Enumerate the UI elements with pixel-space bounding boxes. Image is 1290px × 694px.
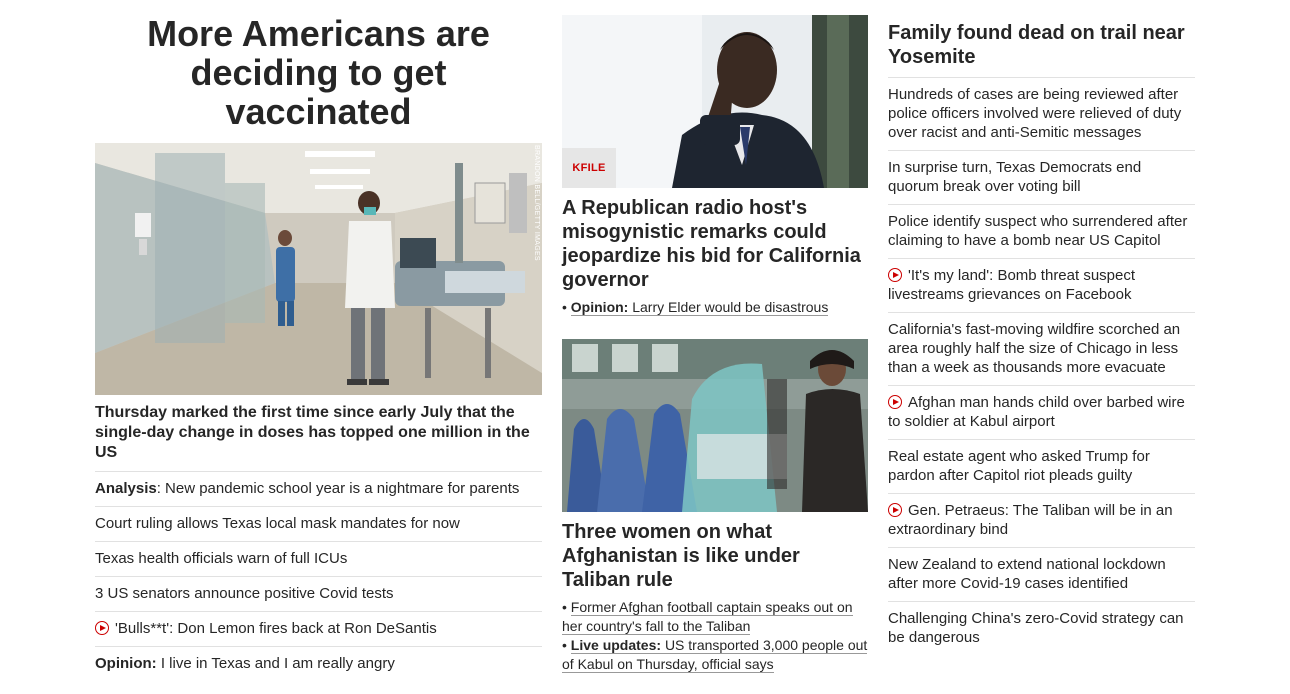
item-text: 'Bulls**t': Don Lemon fires back at Ron … <box>115 620 437 637</box>
radio-host-photo[interactable]: KFILE <box>562 15 868 188</box>
item-text: Afghan man hands child over barbed wire … <box>888 394 1185 430</box>
right-column: Family found dead on trail near Yosemite… <box>888 0 1195 655</box>
list-item[interactable]: California's fast-moving wildfire scorch… <box>888 312 1195 385</box>
middle-column: KFILE A Republican radio host's misogyni… <box>562 0 868 674</box>
list-item[interactable]: Texas health officials warn of full ICUs <box>95 541 542 576</box>
opinion-link[interactable]: Opinion: Larry Elder would be disastrous <box>570 299 829 316</box>
item-text: Gen. Petraeus: The Taliban will be in an… <box>888 502 1173 538</box>
list-item[interactable]: Afghan man hands child over barbed wire … <box>888 385 1195 439</box>
photo-credit: BRANDON BELL/GETTY IMAGES <box>533 145 540 261</box>
afghan-women-headline[interactable]: Three women on what Afghanistan is like … <box>562 520 868 592</box>
item-text: Hundreds of cases are being reviewed aft… <box>888 86 1182 141</box>
opinion-prefix: Opinion: <box>570 299 629 315</box>
kfile-badge[interactable]: KFILE <box>562 148 616 188</box>
hospital-photo[interactable]: BRANDON BELL/GETTY IMAGES <box>95 143 542 395</box>
item-text: 'It's my land': Bomb threat suspect live… <box>888 267 1136 303</box>
lead-headline[interactable]: More Americans are deciding to get vacci… <box>95 14 542 131</box>
radio-host-headline[interactable]: A Republican radio host's misogynistic r… <box>562 196 868 292</box>
list-item[interactable]: Real estate agent who asked Trump for pa… <box>888 439 1195 493</box>
radio-host-subline: • Opinion: Larry Elder would be disastro… <box>562 299 829 316</box>
yosemite-headline[interactable]: Family found dead on trail near Yosemite <box>888 21 1195 69</box>
item-text: In surprise turn, Texas Democrats end qu… <box>888 159 1142 195</box>
item-text: Police identify suspect who surrendered … <box>888 213 1188 249</box>
list-item[interactable]: Hundreds of cases are being reviewed aft… <box>888 77 1195 150</box>
left-headline-list: Analysis: New pandemic school year is a … <box>95 471 542 681</box>
list-item[interactable]: In surprise turn, Texas Democrats end qu… <box>888 150 1195 204</box>
football-captain-link[interactable]: Former Afghan football captain speaks ou… <box>562 599 853 635</box>
item-text: New Zealand to extend national lockdown … <box>888 556 1166 592</box>
item-prefix: Analysis <box>95 480 157 497</box>
afghan-subline-2: • Live updates: US transported 3,000 peo… <box>562 637 868 673</box>
live-updates-link[interactable]: Live updates: US transported 3,000 peopl… <box>562 637 868 673</box>
opinion-text: Larry Elder would be disastrous <box>632 299 829 315</box>
list-item[interactable]: Analysis: New pandemic school year is a … <box>95 471 542 506</box>
item-prefix: Opinion: <box>95 655 157 672</box>
afghan-women-photo[interactable] <box>562 339 868 512</box>
list-item[interactable]: Police identify suspect who surrendered … <box>888 204 1195 258</box>
play-circle-icon <box>888 268 902 282</box>
item-text: : New pandemic school year is a nightmar… <box>156 480 520 497</box>
list-item[interactable]: Opinion: I live in Texas and I am really… <box>95 646 542 681</box>
list-item[interactable]: Court ruling allows Texas local mask man… <box>95 506 542 541</box>
item-text: Real estate agent who asked Trump for pa… <box>888 448 1150 484</box>
afghan-subline-1: • Former Afghan football captain speaks … <box>562 599 853 635</box>
play-circle-icon <box>888 395 902 409</box>
afghan-women-image <box>562 339 868 512</box>
play-circle-icon <box>888 503 902 517</box>
item-text: 3 US senators announce positive Covid te… <box>95 585 394 602</box>
play-circle-icon <box>95 621 109 635</box>
item-text: Court ruling allows Texas local mask man… <box>95 515 460 532</box>
item-text: California's fast-moving wildfire scorch… <box>888 321 1181 376</box>
item-text: Texas health officials warn of full ICUs <box>95 550 348 567</box>
item-text: Challenging China's zero-Covid strategy … <box>888 610 1184 646</box>
left-column: More Americans are deciding to get vacci… <box>95 0 542 681</box>
list-item[interactable]: 3 US senators announce positive Covid te… <box>95 576 542 611</box>
right-headline-list: Hundreds of cases are being reviewed aft… <box>888 77 1195 655</box>
lead-caption[interactable]: Thursday marked the first time since ear… <box>95 403 542 463</box>
list-item[interactable]: Challenging China's zero-Covid strategy … <box>888 601 1195 655</box>
list-item[interactable]: 'It's my land': Bomb threat suspect live… <box>888 258 1195 312</box>
live-updates-prefix: Live updates: <box>570 637 662 653</box>
list-item[interactable]: New Zealand to extend national lockdown … <box>888 547 1195 601</box>
item-text: I live in Texas and I am really angry <box>156 655 395 672</box>
list-item[interactable]: Gen. Petraeus: The Taliban will be in an… <box>888 493 1195 547</box>
list-item[interactable]: 'Bulls**t': Don Lemon fires back at Ron … <box>95 611 542 646</box>
hospital-hallway-image <box>95 143 542 395</box>
